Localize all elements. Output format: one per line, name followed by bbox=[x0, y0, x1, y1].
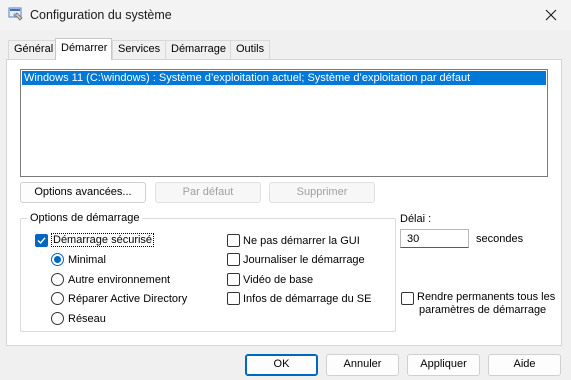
radio-minimal[interactable] bbox=[51, 253, 64, 266]
no-gui-boot-label: Ne pas démarrer la GUI bbox=[243, 234, 360, 247]
make-permanent-row[interactable]: Rendre permanents tous les paramètres de… bbox=[401, 291, 561, 317]
boot-options-label: Options de démarrage bbox=[27, 212, 143, 224]
help-button[interactable]: Aide bbox=[488, 354, 561, 376]
boot-log-row[interactable]: Journaliser le démarrage bbox=[227, 253, 365, 266]
make-permanent-checkbox[interactable] bbox=[401, 292, 414, 305]
make-permanent-label-line1: Rendre permanents tous les bbox=[417, 291, 556, 303]
timeout-unit-label: secondes bbox=[476, 233, 524, 245]
radio-minimal-label: Minimal bbox=[68, 253, 106, 266]
close-icon bbox=[545, 9, 557, 21]
no-gui-boot-checkbox[interactable] bbox=[227, 234, 240, 247]
make-permanent-label-line2: paramètres de démarrage bbox=[419, 304, 547, 316]
window-title: Configuration du système bbox=[30, 8, 172, 22]
base-video-label: Vidéo de base bbox=[243, 273, 314, 286]
tab-tools[interactable]: Outils bbox=[230, 40, 271, 59]
radio-network-label: Réseau bbox=[68, 312, 106, 325]
tab-services[interactable]: Services bbox=[112, 40, 167, 59]
safe-boot-checkbox[interactable] bbox=[35, 233, 48, 247]
make-permanent-label: Rendre permanents tous les paramètres de… bbox=[417, 291, 555, 317]
base-video-checkbox[interactable] bbox=[227, 273, 240, 286]
radio-network-row[interactable]: Réseau bbox=[51, 312, 106, 325]
apply-button[interactable]: Appliquer bbox=[407, 354, 480, 376]
cancel-button[interactable]: Annuler bbox=[326, 354, 399, 376]
radio-active-directory-repair[interactable] bbox=[51, 292, 64, 305]
radio-active-directory-repair-label: Réparer Active Directory bbox=[68, 292, 188, 305]
base-video-row[interactable]: Vidéo de base bbox=[227, 273, 313, 286]
radio-minimal-row[interactable]: Minimal bbox=[51, 253, 106, 266]
advanced-options-button[interactable]: Options avancées... bbox=[20, 182, 146, 203]
title-bar: Configuration du système bbox=[0, 0, 571, 30]
boot-log-label: Journaliser le démarrage bbox=[243, 253, 365, 266]
radio-alternate-shell[interactable] bbox=[51, 273, 64, 286]
msconfig-app-icon bbox=[8, 7, 23, 21]
safe-boot-checkbox-row[interactable]: Démarrage sécurisé bbox=[35, 233, 155, 247]
radio-alternate-shell-label: Autre environnement bbox=[68, 273, 171, 286]
os-boot-info-label: Infos de démarrage du SE bbox=[243, 292, 372, 305]
tab-startup[interactable]: Démarrage bbox=[165, 40, 233, 59]
set-default-button[interactable]: Par défaut bbox=[155, 182, 261, 203]
tab-general[interactable]: Général bbox=[8, 40, 60, 59]
timeout-input[interactable] bbox=[400, 229, 469, 248]
boot-log-checkbox[interactable] bbox=[227, 253, 240, 266]
delete-button[interactable]: Supprimer bbox=[269, 182, 375, 203]
ok-button[interactable]: OK bbox=[245, 354, 318, 376]
radio-active-directory-repair-row[interactable]: Réparer Active Directory bbox=[51, 292, 187, 305]
boot-entry-item[interactable]: Windows 11 (C:\windows) : Système d’expl… bbox=[22, 71, 546, 85]
radio-alternate-shell-row[interactable]: Autre environnement bbox=[51, 273, 170, 286]
tab-boot[interactable]: Démarrer bbox=[55, 38, 112, 60]
boot-entries-list[interactable]: Windows 11 (C:\windows) : Système d’expl… bbox=[20, 69, 548, 177]
os-boot-info-row[interactable]: Infos de démarrage du SE bbox=[227, 292, 371, 305]
no-gui-boot-row[interactable]: Ne pas démarrer la GUI bbox=[227, 234, 360, 247]
close-button[interactable] bbox=[531, 0, 571, 30]
timeout-label: Délai : bbox=[400, 213, 432, 225]
checkmark-icon bbox=[37, 236, 46, 244]
system-configuration-window: Configuration du système Général Démarre… bbox=[0, 0, 571, 380]
safe-boot-label: Démarrage sécurisé bbox=[51, 233, 155, 247]
os-boot-info-checkbox[interactable] bbox=[227, 292, 240, 305]
radio-network[interactable] bbox=[51, 312, 64, 325]
